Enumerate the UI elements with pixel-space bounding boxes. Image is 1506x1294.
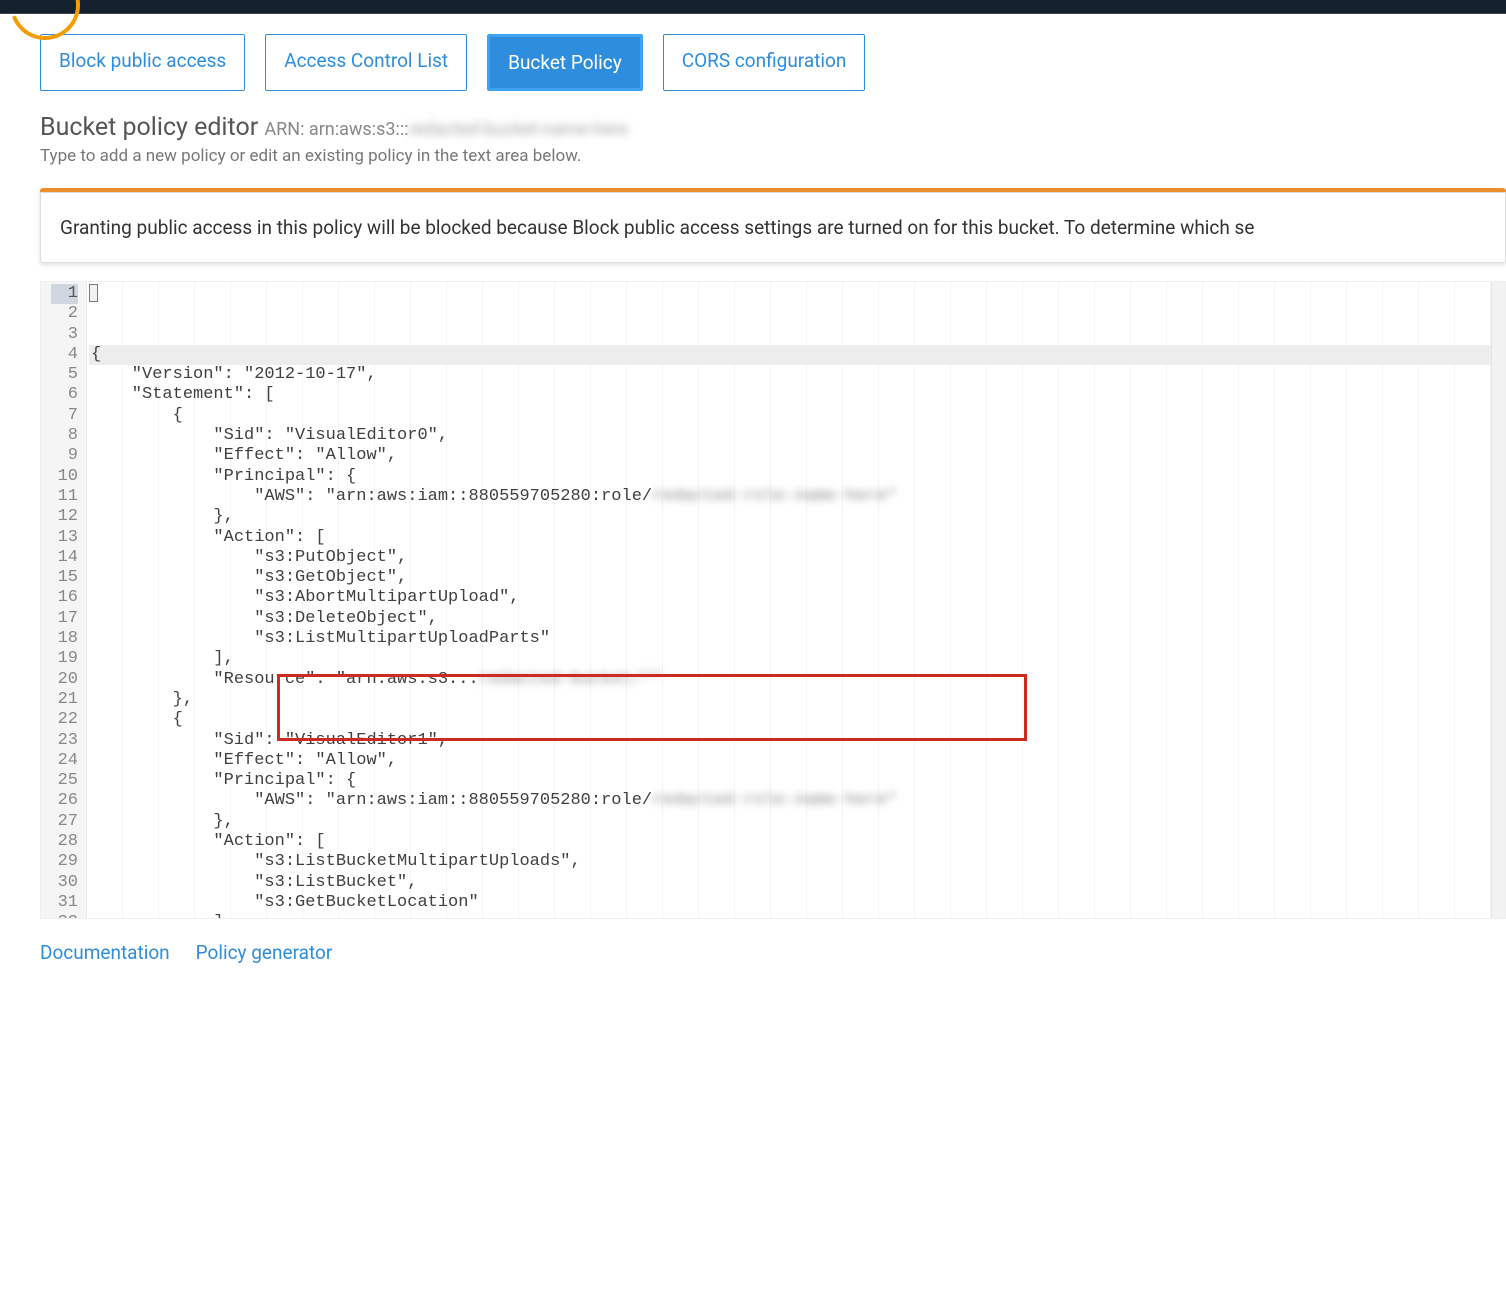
line-number: 6: [51, 385, 78, 405]
line-number: 11: [51, 487, 78, 507]
redacted-text: redacted-role-name-here": [652, 791, 897, 810]
line-number: 10: [51, 467, 78, 487]
line-number: 9: [51, 446, 78, 466]
scrollbar-track[interactable]: [1491, 282, 1505, 918]
code-line[interactable]: "Effect": "Allow",: [89, 751, 1491, 771]
editor-title-text: Bucket policy editor: [40, 113, 258, 142]
code-line[interactable]: "Action": [: [89, 528, 1491, 548]
line-number: 8: [51, 426, 78, 446]
code-line[interactable]: "s3:DeleteObject",: [89, 609, 1491, 629]
line-number: 5: [51, 365, 78, 385]
editor-heading: Bucket policy editor ARN: arn:aws:s3:::r…: [40, 113, 1506, 142]
line-number: 19: [51, 649, 78, 669]
line-number: 30: [51, 873, 78, 893]
code-line[interactable]: "Statement": [: [89, 385, 1491, 405]
code-line[interactable]: "AWS": "arn:aws:iam::880559705280:role/r…: [89, 487, 1491, 507]
code-line[interactable]: {: [89, 345, 1491, 365]
tab-bucket-policy[interactable]: Bucket Policy: [487, 34, 643, 91]
code-line[interactable]: "Principal": {: [89, 771, 1491, 791]
line-number: 31: [51, 893, 78, 913]
documentation-link[interactable]: Documentation: [40, 941, 170, 964]
permission-tabs: Block public access Access Control List …: [40, 34, 1506, 91]
line-number: 18: [51, 629, 78, 649]
code-line[interactable]: "s3:ListMultipartUploadParts": [89, 629, 1491, 649]
arn-redacted: redacted-bucket-name-here: [409, 119, 628, 140]
line-number: 29: [51, 852, 78, 872]
code-line[interactable]: },: [89, 812, 1491, 832]
code-line[interactable]: ],: [89, 913, 1491, 919]
code-line[interactable]: "Resource": "arn:aws:s3:::redacted-bucke…: [89, 670, 1491, 690]
editor-cursor: [89, 284, 98, 302]
code-line[interactable]: {: [89, 406, 1491, 426]
line-number: 26: [51, 791, 78, 811]
code-line[interactable]: "s3:AbortMultipartUpload",: [89, 588, 1491, 608]
line-number: 4: [51, 345, 78, 365]
code-line[interactable]: "Sid": "VisualEditor0",: [89, 426, 1491, 446]
footer-links: Documentation Policy generator: [40, 919, 1506, 1004]
code-line[interactable]: "s3:ListBucket",: [89, 873, 1491, 893]
editor-subtitle: Type to add a new policy or edit an exis…: [40, 146, 1506, 166]
line-number: 2: [51, 304, 78, 324]
code-line[interactable]: "s3:PutObject",: [89, 548, 1491, 568]
code-line[interactable]: },: [89, 690, 1491, 710]
line-number: 22: [51, 710, 78, 730]
warning-text: Granting public access in this policy wi…: [60, 216, 1254, 239]
line-number: 7: [51, 406, 78, 426]
redacted-text: redacted-bucket/*": [479, 670, 663, 689]
line-number: 28: [51, 832, 78, 852]
policy-code-editor[interactable]: 1234567891011121314151617181920212223242…: [40, 281, 1506, 919]
code-line[interactable]: "Effect": "Allow",: [89, 446, 1491, 466]
code-line[interactable]: "Sid": "VisualEditor1",: [89, 731, 1491, 751]
arn-value-prefix: arn:aws:s3:::: [309, 119, 409, 140]
tab-block-public-access[interactable]: Block public access: [40, 34, 245, 91]
page-content: Block public access Access Control List …: [0, 14, 1506, 1004]
code-line[interactable]: {: [89, 710, 1491, 730]
aws-console-topbar: [0, 0, 1506, 14]
code-line[interactable]: "s3:ListBucketMultipartUploads",: [89, 852, 1491, 872]
line-number: 21: [51, 690, 78, 710]
line-number: 15: [51, 568, 78, 588]
code-line[interactable]: },: [89, 507, 1491, 527]
code-line[interactable]: "s3:GetObject",: [89, 568, 1491, 588]
code-line[interactable]: "Action": [: [89, 832, 1491, 852]
line-number: 24: [51, 751, 78, 771]
line-number: 27: [51, 812, 78, 832]
line-number: 16: [51, 588, 78, 608]
line-number: 3: [51, 325, 78, 345]
code-area[interactable]: { "Version": "2012-10-17", "Statement": …: [87, 282, 1491, 918]
line-number: 13: [51, 528, 78, 548]
code-line[interactable]: ],: [89, 649, 1491, 669]
code-line[interactable]: "AWS": "arn:aws:iam::880559705280:role/r…: [89, 791, 1491, 811]
line-number: 17: [51, 609, 78, 629]
redacted-text: redacted-role-name-here": [652, 487, 897, 506]
code-line[interactable]: "Principal": {: [89, 467, 1491, 487]
tab-cors-configuration[interactable]: CORS configuration: [663, 34, 866, 91]
line-number: 14: [51, 548, 78, 568]
tab-access-control-list[interactable]: Access Control List: [265, 34, 467, 91]
line-number: 20: [51, 670, 78, 690]
line-number: 23: [51, 731, 78, 751]
line-number-gutter: 1234567891011121314151617181920212223242…: [41, 282, 87, 918]
line-number: 12: [51, 507, 78, 527]
arn-label: ARN:: [264, 119, 304, 140]
code-line[interactable]: "Version": "2012-10-17",: [89, 365, 1491, 385]
line-number: 25: [51, 771, 78, 791]
policy-generator-link[interactable]: Policy generator: [196, 941, 333, 964]
public-access-warning: Granting public access in this policy wi…: [40, 188, 1506, 263]
code-line[interactable]: "s3:GetBucketLocation": [89, 893, 1491, 913]
line-number: 1: [51, 284, 78, 304]
line-number: 32: [51, 913, 78, 919]
